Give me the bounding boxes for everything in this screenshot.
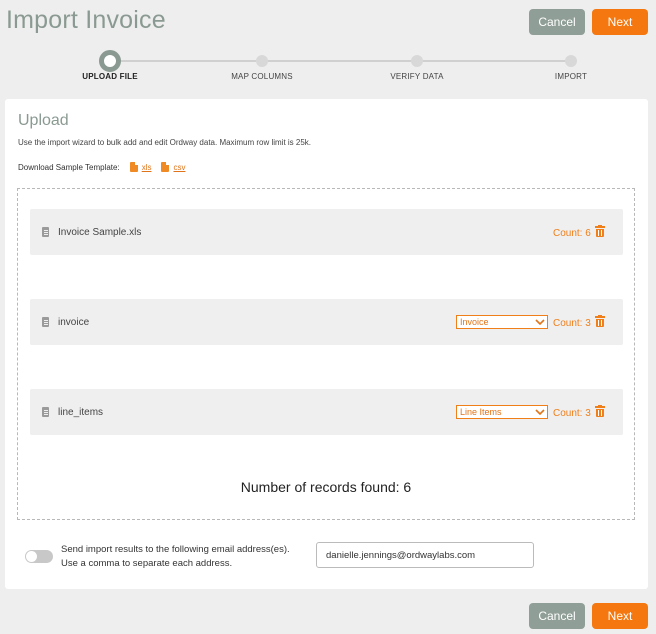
- document-icon: [42, 407, 49, 417]
- chevron-down-icon: [535, 319, 545, 326]
- file-name: invoice: [58, 317, 90, 328]
- email-instructions-line2: Use a comma to separate each address.: [61, 558, 233, 569]
- document-icon: [42, 227, 49, 237]
- email-instructions-line1: Send import results to the following ema…: [61, 544, 290, 555]
- step-label-map-columns: MAP COLUMNS: [231, 72, 293, 81]
- download-csv-label: csv: [173, 162, 186, 172]
- file-count: Count: 3: [553, 318, 591, 329]
- email-input[interactable]: [316, 542, 534, 568]
- step-label-verify-data: VERIFY DATA: [390, 72, 444, 81]
- records-found: Number of records found: 6: [240, 479, 412, 495]
- email-results-toggle[interactable]: [25, 550, 53, 563]
- step-dot-map-columns[interactable]: [256, 55, 268, 67]
- download-xls-link[interactable]: xls: [129, 162, 152, 172]
- file-name: line_items: [58, 407, 104, 418]
- step-label-import: IMPORT: [554, 72, 588, 81]
- sheet-type-select[interactable]: Line Items: [456, 405, 548, 419]
- step-dot-upload-file[interactable]: [99, 50, 121, 72]
- chevron-down-icon: [535, 409, 545, 416]
- footer-cancel-button[interactable]: Cancel: [529, 603, 585, 629]
- upload-title: Upload: [18, 112, 69, 129]
- download-csv-link[interactable]: csv: [161, 162, 185, 172]
- sheet-type-value: Invoice: [460, 317, 489, 327]
- stepper-track: [112, 60, 572, 62]
- trash-icon[interactable]: [595, 315, 605, 327]
- sheet-type-select[interactable]: Invoice: [456, 315, 548, 329]
- step-dot-import[interactable]: [565, 55, 577, 67]
- upload-card: Upload Use the import wizard to bulk add…: [5, 99, 648, 589]
- sample-template-label: Download Sample Template:: [18, 162, 120, 172]
- file-count: Count: 6: [553, 228, 591, 239]
- step-dot-verify-data[interactable]: [411, 55, 423, 67]
- trash-icon[interactable]: [595, 225, 605, 237]
- document-icon: [42, 317, 49, 327]
- trash-icon[interactable]: [595, 405, 605, 417]
- progress-stepper: UPLOAD FILE MAP COLUMNS VERIFY DATA IMPO…: [0, 50, 656, 90]
- page-title: Import Invoice: [6, 6, 166, 34]
- footer-next-button[interactable]: Next: [592, 603, 648, 629]
- header-next-button[interactable]: Next: [592, 9, 648, 35]
- file-count: Count: 3: [553, 408, 591, 419]
- csv-file-icon: [161, 162, 170, 172]
- sample-template-row: Download Sample Template: xls csv: [18, 162, 185, 172]
- file-row: Invoice Sample.xls Count: 6: [30, 209, 623, 255]
- upload-description: Use the import wizard to bulk add and ed…: [18, 138, 312, 147]
- xls-file-icon: [129, 162, 138, 172]
- header-cancel-button[interactable]: Cancel: [529, 9, 585, 35]
- email-instructions: Send import results to the following ema…: [61, 543, 290, 571]
- step-label-upload-file: UPLOAD FILE: [82, 72, 138, 81]
- file-name: Invoice Sample.xls: [58, 227, 142, 238]
- download-xls-label: xls: [141, 162, 152, 172]
- file-row: invoice Invoice Count: 3: [30, 299, 623, 345]
- file-row: line_items Line Items Count: 3: [30, 389, 623, 435]
- sheet-type-value: Line Items: [460, 407, 502, 417]
- file-dropzone[interactable]: Invoice Sample.xls Count: 6 invoice Invo…: [17, 188, 635, 520]
